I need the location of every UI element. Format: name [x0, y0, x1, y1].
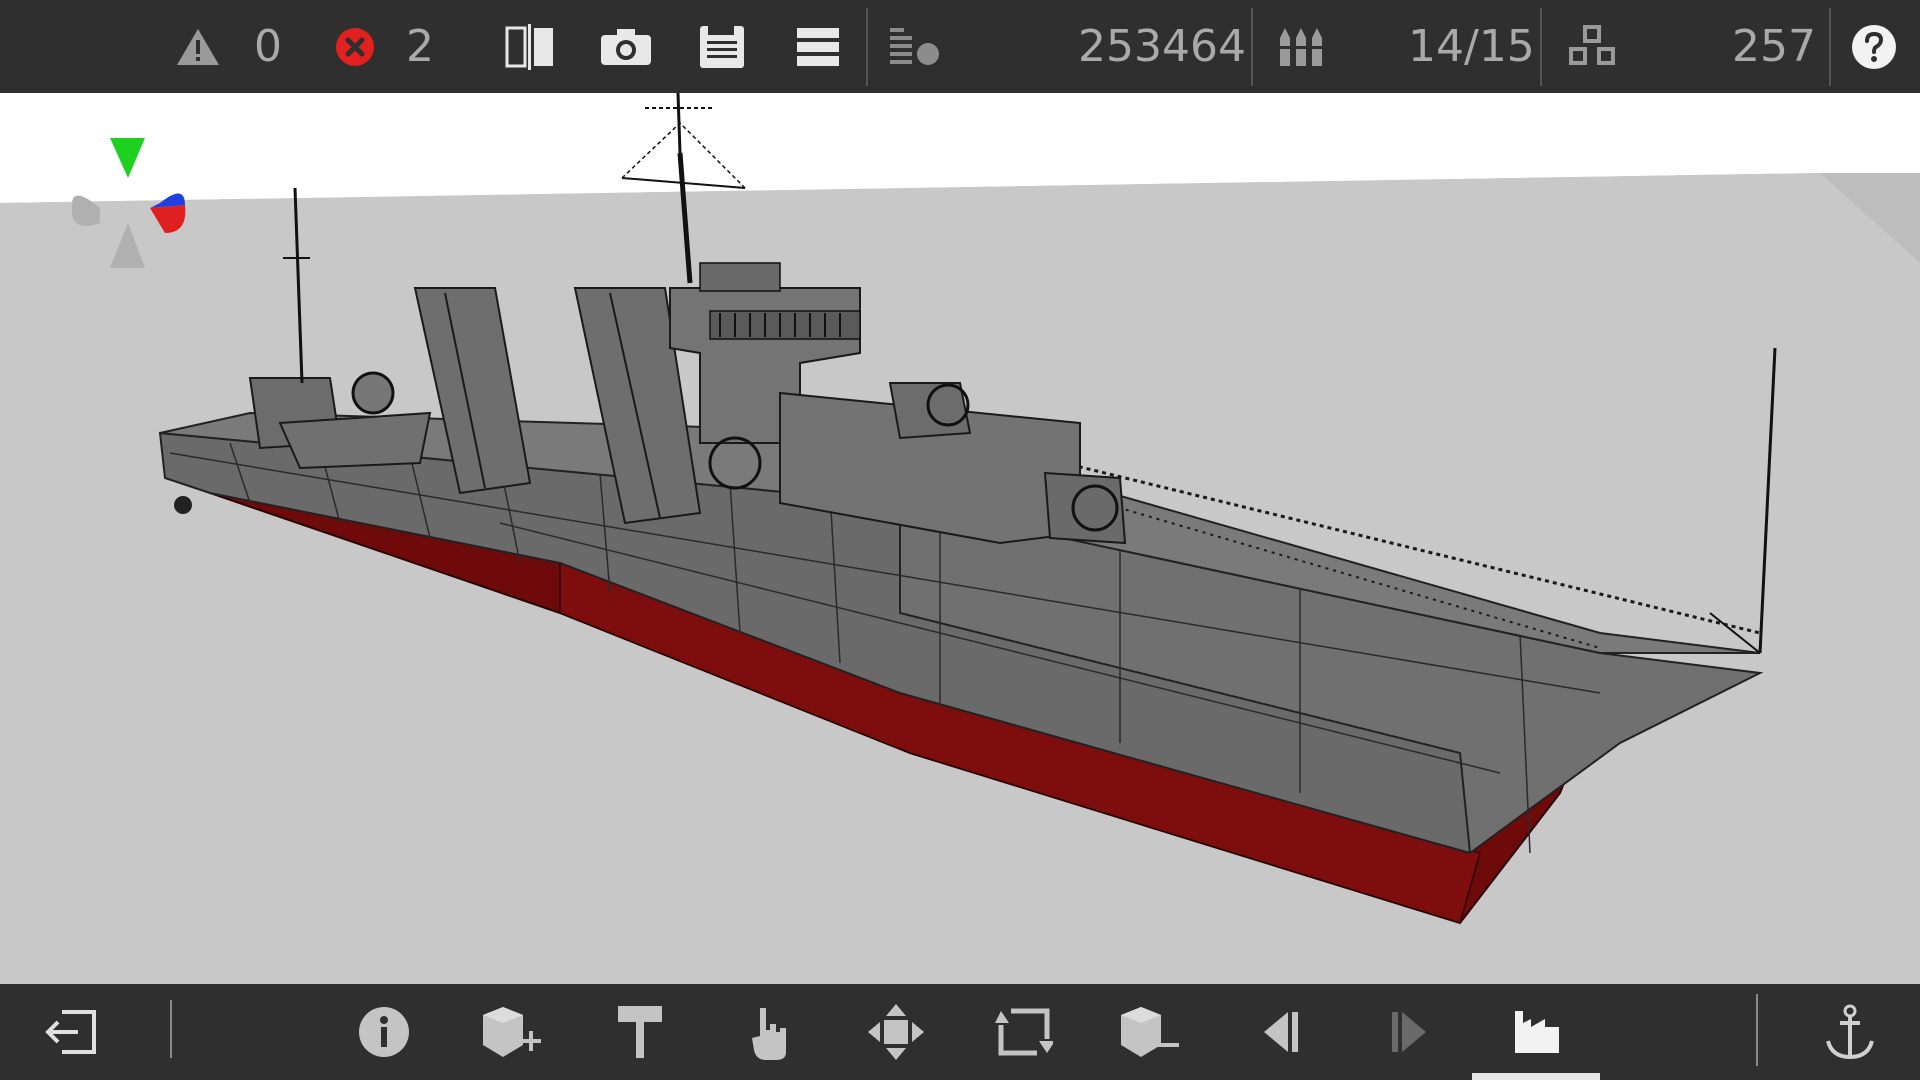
editor-viewport[interactable]	[0, 93, 1920, 984]
anchor-icon[interactable]	[1802, 984, 1898, 1080]
hand-icon[interactable]	[722, 984, 818, 1080]
separator	[866, 8, 868, 86]
scene-canvas[interactable]	[0, 93, 1920, 984]
menu-icon[interactable]	[788, 0, 848, 93]
help-icon[interactable]	[1846, 0, 1902, 93]
separator	[170, 1000, 172, 1058]
parts-icon	[1562, 0, 1622, 93]
camera-icon[interactable]	[596, 0, 656, 93]
parts-value: 257	[1732, 21, 1816, 72]
warnings-count: 0	[254, 21, 282, 72]
info-icon[interactable]	[336, 984, 432, 1080]
ammo-icon	[1272, 0, 1332, 93]
separator	[1540, 8, 1542, 86]
add-block-icon[interactable]	[464, 984, 560, 1080]
separator	[1251, 8, 1253, 86]
separator	[1829, 8, 1831, 86]
active-tab-indicator	[1472, 1073, 1600, 1080]
prev-icon[interactable]	[1234, 984, 1330, 1080]
save-icon[interactable]	[692, 0, 752, 93]
next-icon[interactable]	[1360, 984, 1456, 1080]
weight-icon	[884, 0, 944, 93]
remove-block-icon[interactable]	[1102, 984, 1198, 1080]
bottom-toolbar	[0, 984, 1920, 1080]
paint-icon[interactable]	[592, 984, 688, 1080]
separator	[1756, 994, 1758, 1066]
resize-icon[interactable]	[976, 984, 1072, 1080]
move-icon[interactable]	[848, 984, 944, 1080]
error-icon[interactable]	[330, 0, 380, 93]
mirror-icon[interactable]	[500, 0, 560, 93]
mass-value: 253464	[1078, 21, 1246, 72]
factory-icon[interactable]	[1488, 984, 1584, 1080]
top-toolbar: 0 2 253464 14/15 257	[0, 0, 1920, 93]
errors-count: 2	[406, 21, 434, 72]
exit-icon[interactable]	[24, 984, 120, 1080]
warning-icon[interactable]	[170, 0, 226, 93]
ammo-value: 14/15	[1408, 21, 1535, 72]
